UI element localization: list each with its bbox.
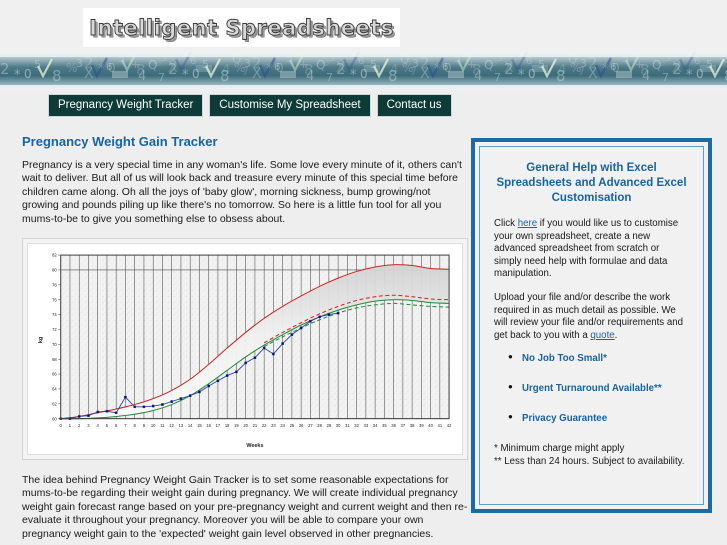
page-root: Intelligent Spreadsheets 2 * 0 5 8 % 3 X… (0, 0, 727, 545)
decorative-banner: 2 * 0 5 8 % 3 X 6 + 4 Q 7 (0, 52, 727, 90)
svg-text:15: 15 (197, 423, 202, 428)
benefits-list: No Job Too Small* Urgent Turnaround Avai… (494, 352, 689, 424)
svg-text:74: 74 (52, 312, 57, 317)
nav-pregnancy-weight-tracker[interactable]: Pregnancy Weight Tracker (48, 94, 204, 117)
svg-text:28: 28 (317, 423, 322, 428)
svg-text:33: 33 (364, 423, 369, 428)
svg-text:76: 76 (52, 297, 57, 302)
svg-text:10: 10 (151, 423, 156, 428)
benefit-no-job-too-small: No Job Too Small* (508, 352, 689, 364)
svg-text:32: 32 (354, 423, 359, 428)
svg-text:23: 23 (271, 423, 276, 428)
svg-text:38: 38 (410, 423, 415, 428)
site-logo: Intelligent Spreadsheets (83, 8, 400, 47)
svg-text:34: 34 (373, 423, 378, 428)
svg-text:16: 16 (206, 423, 211, 428)
quote-link[interactable]: quote (590, 330, 614, 341)
svg-text:78: 78 (52, 282, 57, 287)
y-axis-label: kg (38, 337, 44, 343)
svg-text:35: 35 (382, 423, 387, 428)
svg-text:24: 24 (280, 423, 285, 428)
help-panel: General Help with Excel Spreadsheets and… (471, 138, 712, 513)
page-title: Pregnancy Weight Gain Tracker (22, 134, 218, 149)
svg-text:36: 36 (391, 423, 396, 428)
banner-symbols-icon: 2 * 0 5 8 % 3 X 6 + 4 Q 7 (0, 52, 727, 90)
svg-text:64: 64 (52, 387, 57, 392)
x-axis-label: Weeks (246, 443, 263, 449)
weight-gain-chart-inner: 0 1 2 3 4 5 6 7 8 9 10 11 12 13 14 15 16 17 18 19 20 21 22 23 24… (27, 243, 463, 456)
svg-text:5: 5 (106, 423, 109, 428)
here-link[interactable]: here (518, 218, 537, 229)
svg-text:72: 72 (52, 327, 57, 332)
intro-paragraph: Pregnancy is a very special time in any … (22, 159, 462, 225)
svg-text:41: 41 (438, 423, 443, 428)
help-para1-before: Click (494, 218, 518, 229)
svg-text:14: 14 (188, 423, 193, 428)
svg-text:62: 62 (52, 401, 57, 406)
svg-text:2: 2 (78, 423, 81, 428)
weight-gain-chart: 0 1 2 3 4 5 6 7 8 9 10 11 12 13 14 15 16 17 18 19 20 21 22 23 24… (38, 253, 452, 449)
svg-text:7: 7 (124, 423, 127, 428)
svg-text:27: 27 (308, 423, 313, 428)
svg-text:20: 20 (243, 423, 248, 428)
svg-text:70: 70 (52, 342, 57, 347)
svg-text:18: 18 (225, 423, 230, 428)
svg-text:3: 3 (87, 423, 90, 428)
svg-text:37: 37 (401, 423, 406, 428)
svg-text:82: 82 (52, 253, 57, 258)
svg-text:13: 13 (179, 423, 184, 428)
svg-text:80: 80 (52, 268, 57, 273)
svg-text:1: 1 (69, 423, 72, 428)
svg-text:4: 4 (97, 423, 100, 428)
help-paragraph-2: Upload your file and/or describe the wor… (494, 292, 689, 342)
svg-text:30: 30 (336, 423, 341, 428)
footnote-turnaround: ** Less than 24 hours. Subject to availa… (494, 455, 685, 467)
main-content: Pregnancy Weight Gain Tracker Pregnancy … (22, 134, 468, 541)
svg-text:6: 6 (115, 423, 118, 428)
benefit-privacy-guarantee: Privacy Guarantee (508, 412, 689, 424)
svg-text:42: 42 (447, 423, 452, 428)
benefit-urgent-turnaround: Urgent Turnaround Available** (508, 382, 689, 394)
svg-text:11: 11 (160, 423, 165, 428)
svg-text:21: 21 (253, 423, 258, 428)
svg-text:22: 22 (262, 423, 267, 428)
svg-text:12: 12 (169, 423, 174, 428)
svg-text:40: 40 (428, 423, 433, 428)
help-panel-inner: General Help with Excel Spreadsheets and… (479, 146, 704, 505)
svg-text:60: 60 (52, 416, 57, 421)
help-paragraph-1: Click here if you would like us to custo… (494, 218, 689, 281)
main-navigation: Pregnancy Weight Tracker Customise My Sp… (48, 94, 452, 117)
nav-customise-my-spreadsheet[interactable]: Customise My Spreadsheet (209, 94, 371, 117)
svg-text:25: 25 (290, 423, 295, 428)
svg-text:9: 9 (143, 423, 146, 428)
svg-text:66: 66 (52, 372, 57, 377)
svg-text:68: 68 (52, 357, 57, 362)
svg-text:31: 31 (345, 423, 350, 428)
svg-text:17: 17 (216, 423, 221, 428)
svg-text:39: 39 (419, 423, 424, 428)
svg-text:8: 8 (134, 423, 137, 428)
help-panel-title: General Help with Excel Spreadsheets and… (496, 162, 687, 204)
svg-text:19: 19 (234, 423, 239, 428)
help-para2-before: Upload your file and/or describe the wor… (494, 291, 683, 341)
outro-paragraph: The idea behind Pregnancy Weight Gain Tr… (22, 474, 468, 540)
site-logo-text: Intelligent Spreadsheets (89, 15, 394, 40)
help-para2-after: . (614, 329, 618, 341)
svg-text:0: 0 (60, 423, 63, 428)
weight-gain-chart-frame: 0 1 2 3 4 5 6 7 8 9 10 11 12 13 14 15 16 17 18 19 20 21 22 23 24… (22, 238, 468, 461)
footnote-minimum-charge: * Minimum charge might apply (494, 443, 625, 455)
svg-text:29: 29 (327, 423, 332, 428)
logo-band: Intelligent Spreadsheets (0, 0, 727, 52)
nav-contact-us[interactable]: Contact us (376, 94, 452, 117)
svg-text:26: 26 (299, 423, 304, 428)
